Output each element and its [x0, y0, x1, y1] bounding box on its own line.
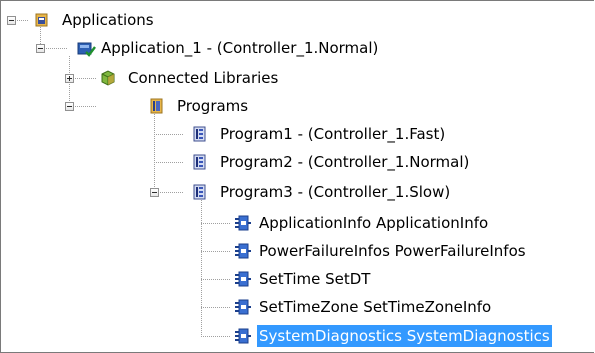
program-icon	[193, 126, 206, 142]
tree-node-label: Applications	[62, 11, 154, 29]
tree-view-panel: Applications Application_1 - (Controller…	[0, 0, 594, 353]
function-block-icon	[235, 299, 251, 315]
tree-node-settimezone[interactable]: SetTimeZone SetTimeZoneInfo	[235, 296, 493, 318]
tree-connector	[201, 307, 230, 308]
tree-node-label: Program1 - (Controller_1.Fast)	[220, 125, 446, 143]
tree-connector	[15, 20, 29, 21]
tree-node-label: Application_1 - (Controller_1.Normal)	[101, 39, 379, 57]
tree-node-label: SystemDiagnostics SystemDiagnostics	[257, 325, 552, 347]
expand-toggle-connected-libraries[interactable]	[65, 74, 74, 83]
tree-connector	[158, 192, 183, 193]
tree-connector	[154, 114, 155, 193]
tree-node-applicationinfo[interactable]: ApplicationInfo ApplicationInfo	[235, 212, 490, 234]
program-icon	[193, 154, 206, 170]
tree-connector	[154, 162, 183, 163]
tree-node-label: ApplicationInfo ApplicationInfo	[259, 214, 489, 232]
applications-folder-icon	[35, 13, 48, 27]
tree-node-label: Programs	[177, 97, 249, 115]
collapse-toggle-applications[interactable]	[7, 16, 16, 25]
tree-node-programs[interactable]: Programs	[149, 95, 250, 117]
tree-connector	[73, 78, 97, 79]
tree-node-settime[interactable]: SetTime SetDT	[235, 268, 372, 290]
function-block-icon	[235, 271, 251, 287]
application-check-icon	[77, 42, 96, 57]
tree-node-systemdiagnostics[interactable]: SystemDiagnostics SystemDiagnostics	[235, 325, 552, 347]
tree-connector	[201, 279, 230, 280]
collapse-toggle-application-1[interactable]	[36, 44, 45, 53]
tree-node-program1[interactable]: Program1 - (Controller_1.Fast)	[192, 123, 447, 145]
tree-node-label: Connected Libraries	[128, 69, 279, 87]
collapse-toggle-programs[interactable]	[65, 102, 74, 111]
tree-node-connected-libraries[interactable]: Connected Libraries	[100, 67, 280, 89]
tree-node-label: SetTime SetDT	[259, 270, 371, 288]
collapse-toggle-program3[interactable]	[150, 188, 159, 197]
tree-connector	[201, 251, 230, 252]
tree-node-label: Program3 - (Controller_1.Slow)	[220, 183, 451, 201]
tree-node-program3[interactable]: Program3 - (Controller_1.Slow)	[192, 181, 452, 203]
tree-connector	[44, 48, 68, 49]
function-block-icon	[235, 328, 251, 344]
tree-node-powerfailureinfos[interactable]: PowerFailureInfos PowerFailureInfos	[235, 240, 528, 262]
tree-node-label: Program2 - (Controller_1.Normal)	[220, 153, 470, 171]
tree-connector	[201, 223, 230, 224]
tree-connector	[201, 200, 202, 336]
tree-connector	[73, 106, 97, 107]
library-cube-icon	[101, 70, 115, 86]
tree-node-application-1[interactable]: Application_1 - (Controller_1.Normal)	[77, 37, 380, 59]
function-block-icon	[235, 243, 251, 259]
tree-node-label: PowerFailureInfos PowerFailureInfos	[259, 242, 526, 260]
tree-node-label: SetTimeZone SetTimeZoneInfo	[259, 298, 492, 316]
tree-node-applications[interactable]: Applications	[34, 9, 156, 31]
programs-folder-icon	[150, 98, 163, 114]
project-tree: Applications Application_1 - (Controller…	[1, 1, 594, 352]
function-block-icon	[235, 215, 251, 231]
tree-node-program2[interactable]: Program2 - (Controller_1.Normal)	[192, 151, 471, 173]
tree-connector	[201, 336, 230, 337]
program-icon	[193, 184, 206, 200]
tree-connector	[154, 134, 183, 135]
